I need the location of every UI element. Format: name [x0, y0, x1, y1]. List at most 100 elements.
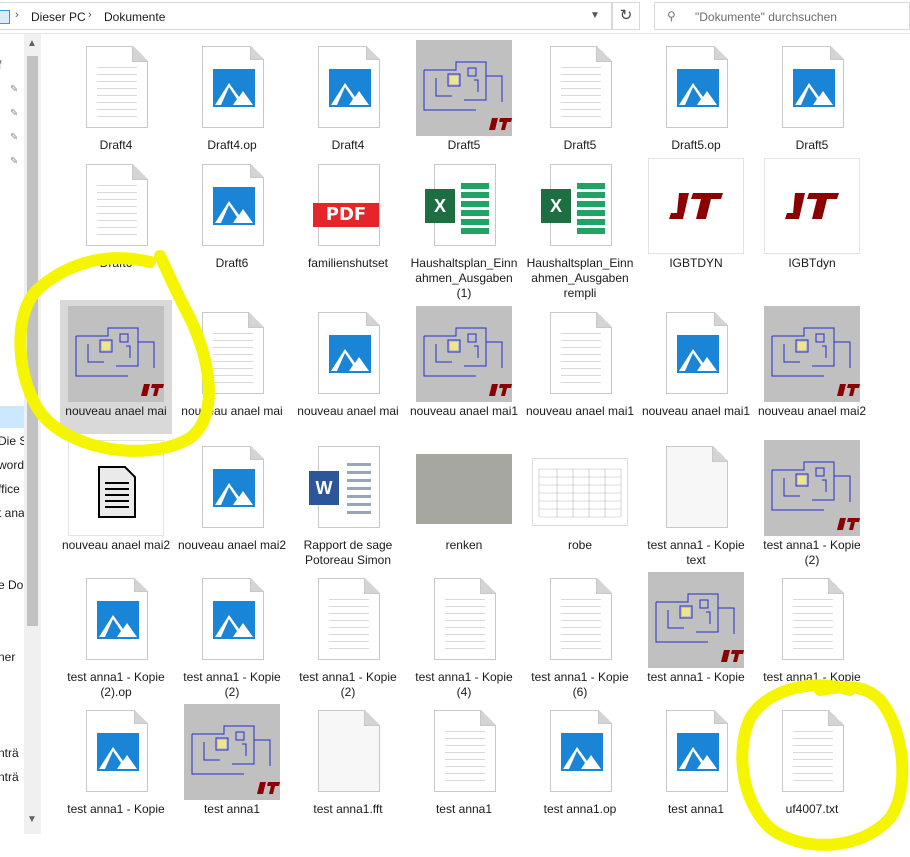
blank-page: [318, 710, 380, 792]
file-item[interactable]: Draft4.op: [176, 34, 288, 168]
nav-item[interactable]: Die Sp: [0, 434, 24, 448]
file-name: Haushaltsplan_Einnahmen_Ausgaben rempli: [526, 256, 634, 300]
address-bar[interactable]: › Dieser PC › Dokumente ▼: [0, 2, 612, 30]
file-item[interactable]: X Haushaltsplan_Einnahmen_Ausgaben rempli: [524, 152, 636, 300]
scroll-down-arrow-icon[interactable]: ▼: [27, 814, 37, 825]
ltspice-icon: [764, 158, 860, 254]
file-item[interactable]: nouveau anael mai1: [408, 300, 520, 434]
file-item[interactable]: nouveau anael mai: [292, 300, 404, 434]
file-item[interactable]: test anna1 - Kopie text: [640, 434, 752, 568]
file-item[interactable]: X Haushaltsplan_Einnahmen_Ausgaben (1): [408, 152, 520, 300]
file-item[interactable]: test anna1 - Kopie (2).op: [60, 566, 172, 700]
file-item[interactable]: renken: [408, 434, 520, 568]
refresh-button[interactable]: ↻: [612, 2, 640, 30]
image-icon: [648, 306, 744, 402]
file-item[interactable]: PDF familienshutset: [292, 152, 404, 286]
file-name: nouveau anael mai2: [177, 538, 287, 552]
file-item[interactable]: test anna1 - Kopie (6): [524, 566, 636, 700]
document-page: [86, 46, 148, 128]
nav-item[interactable]: ner: [0, 650, 15, 664]
nav-item[interactable]: nträ: [0, 746, 19, 760]
file-item[interactable]: nouveau anael mai: [60, 300, 172, 434]
document-page: [434, 710, 496, 792]
photo-thumbnail: [416, 440, 512, 536]
file-item[interactable]: nouveau anael mai2: [756, 300, 868, 434]
chevron-down-icon[interactable]: ▼: [590, 10, 600, 21]
table-thumbnail: [532, 440, 628, 536]
scroll-up-arrow-icon[interactable]: ▲: [27, 38, 37, 49]
plain-file-icon: [300, 704, 396, 800]
nav-item[interactable]: e Dok: [0, 578, 24, 592]
file-item[interactable]: nouveau anael mai1: [640, 300, 752, 434]
file-item[interactable]: nouveau anael mai: [176, 300, 288, 434]
chevron-right-icon[interactable]: ›: [88, 9, 92, 21]
pin-icon: ✎: [10, 108, 19, 119]
file-name: test anna1: [203, 802, 261, 816]
nav-item[interactable]: ffice: [0, 482, 20, 496]
scrollbar-thumb[interactable]: [27, 56, 38, 626]
file-item[interactable]: test anna1: [408, 698, 520, 832]
file-item[interactable]: test anna1.op: [524, 698, 636, 832]
file-item[interactable]: Draft5: [756, 34, 868, 168]
this-pc-icon: [0, 10, 10, 24]
file-name: test anna1.fft: [313, 802, 383, 816]
file-name: test anna1.op: [543, 802, 617, 816]
circuit-thumbnail: [416, 306, 512, 402]
file-item[interactable]: W Rapport de sage Potoreau Simon: [292, 434, 404, 568]
file-name: uf4007.txt: [785, 802, 839, 816]
chevron-right-icon[interactable]: ›: [15, 9, 19, 21]
search-box[interactable]: ⚲ "Dokumente" durchsuchen: [654, 2, 910, 30]
file-item[interactable]: IGBTdyn: [756, 152, 868, 286]
file-item[interactable]: uf4007.txt: [756, 698, 868, 832]
nav-scrollbar[interactable]: ▲ ▼: [24, 34, 41, 834]
document-icon: [184, 306, 280, 402]
file-item[interactable]: nouveau anael mai2: [176, 434, 288, 568]
nav-selected-item[interactable]: [0, 406, 24, 428]
image-page: [202, 46, 264, 128]
nav-item[interactable]: l: [0, 626, 1, 640]
file-item[interactable]: Draft4: [292, 34, 404, 168]
document-icon: [532, 40, 628, 136]
file-item[interactable]: robe: [524, 434, 636, 568]
word-page: W: [309, 446, 380, 528]
file-item[interactable]: test anna1.fft: [292, 698, 404, 832]
file-item[interactable]: Draft6: [60, 152, 172, 286]
file-item[interactable]: Draft4: [60, 34, 172, 168]
nav-item[interactable]: t ana: [0, 506, 24, 520]
circuit-thumbnail: [416, 40, 512, 136]
file-item[interactable]: nouveau anael mai2: [60, 434, 172, 568]
refresh-icon: ↻: [619, 7, 633, 24]
excel-page: X: [541, 164, 612, 246]
generic-document: [68, 440, 164, 536]
breadcrumb-documents[interactable]: Dokumente: [104, 10, 165, 24]
file-item[interactable]: Draft5: [408, 34, 520, 168]
nav-item[interactable]: nträ: [0, 770, 19, 784]
file-item[interactable]: test anna1 - Kopie: [640, 566, 752, 700]
document-page: [782, 710, 844, 792]
file-item[interactable]: test anna1: [640, 698, 752, 832]
file-name: test anna1 - Kopie: [647, 670, 745, 684]
file-item[interactable]: test anna1 - Kopie (2): [292, 566, 404, 700]
file-name: test anna1 - Kopie (2): [763, 538, 861, 567]
breadcrumb-this-pc[interactable]: Dieser PC: [31, 10, 86, 24]
nav-item[interactable]: f: [0, 58, 1, 72]
schematic-preview: [764, 306, 860, 402]
file-item[interactable]: Draft5.op: [640, 34, 752, 168]
image-icon: [68, 572, 164, 668]
schematic-preview: [416, 306, 512, 402]
excel-icon: X: [532, 158, 628, 254]
nav-item[interactable]: word: [0, 458, 24, 472]
file-item[interactable]: IGBTDYN: [640, 152, 752, 286]
file-item[interactable]: test anna1 - Kopie: [756, 566, 868, 700]
file-item[interactable]: test anna1 - Kopie (2): [176, 566, 288, 700]
file-item[interactable]: test anna1 - Kopie (2): [756, 434, 868, 568]
file-item[interactable]: Draft6: [176, 152, 288, 286]
image-page: [550, 710, 612, 792]
image-icon: [184, 440, 280, 536]
file-item[interactable]: test anna1 - Kopie: [60, 698, 172, 832]
file-name: nouveau anael mai: [181, 404, 283, 418]
file-item[interactable]: nouveau anael mai1: [524, 300, 636, 434]
file-item[interactable]: Draft5: [524, 34, 636, 168]
file-item[interactable]: test anna1 - Kopie (4): [408, 566, 520, 700]
file-item[interactable]: test anna1: [176, 698, 288, 832]
